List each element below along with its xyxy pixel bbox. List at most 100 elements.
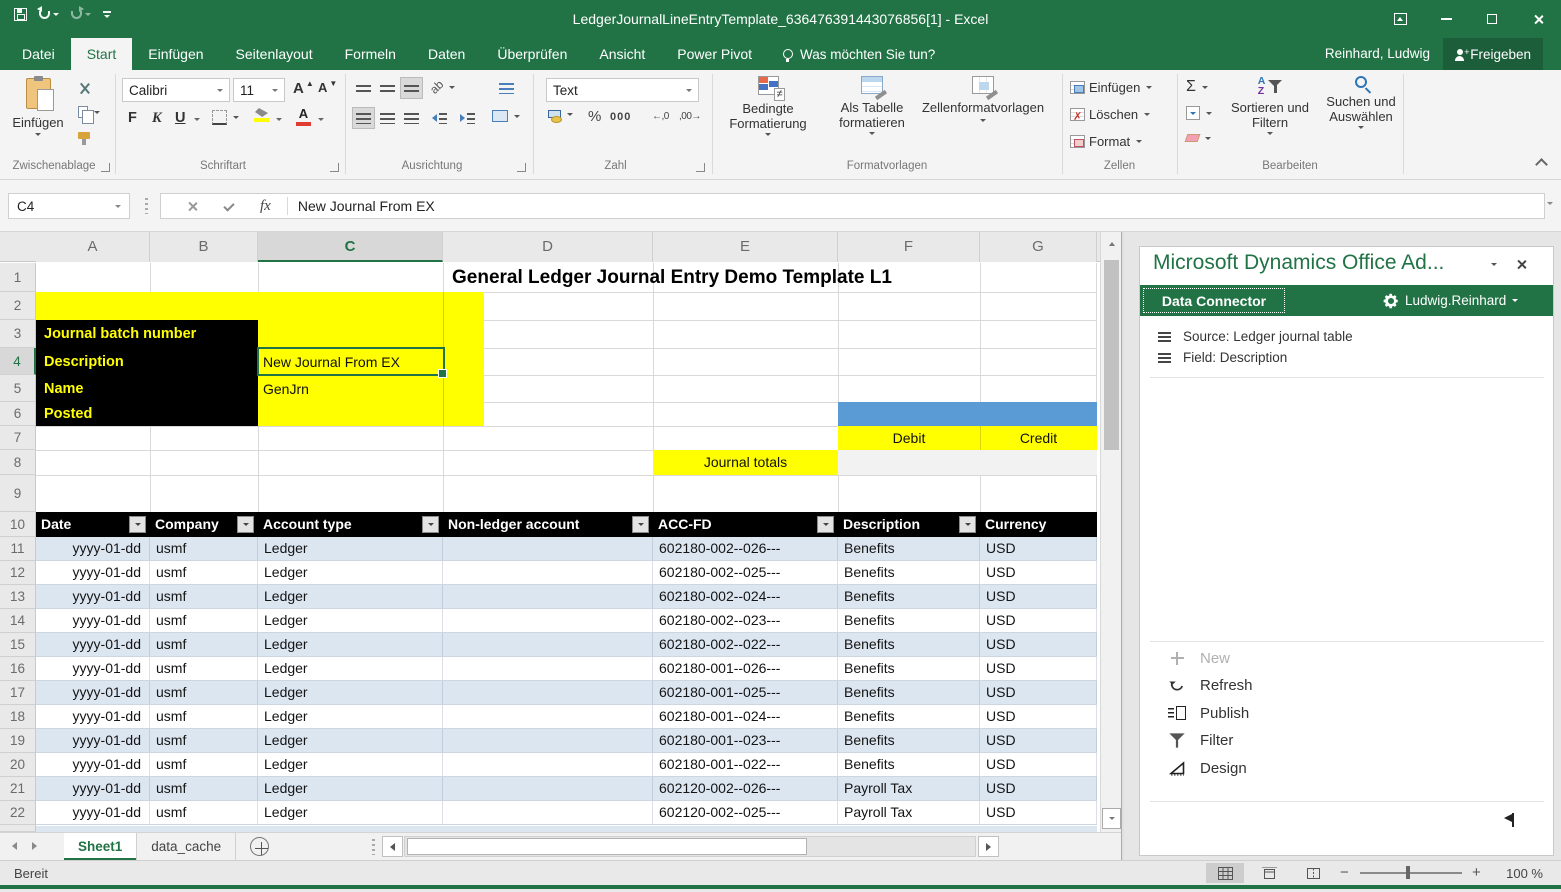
cell-c5-value[interactable]: GenJrn (263, 375, 309, 402)
maximize-button[interactable] (1469, 0, 1515, 38)
row-header-1[interactable]: 1 (0, 263, 36, 292)
row-header-11[interactable]: 11 (0, 537, 36, 561)
customize-qat-button[interactable] (103, 11, 111, 18)
cell-non_ledger[interactable] (443, 561, 653, 584)
filter-button[interactable]: Filter (1168, 732, 1233, 750)
undo-button[interactable] (39, 11, 59, 19)
dialog-launcher-icon[interactable] (101, 163, 110, 172)
cell-company[interactable]: usmf (150, 609, 258, 632)
form-label-block[interactable]: Journal batch number Description Name Po… (36, 320, 258, 426)
close-button[interactable] (1515, 0, 1561, 38)
cell-non_ledger[interactable] (443, 633, 653, 656)
bold-button[interactable]: F (128, 110, 137, 126)
ribbon-tab-einfügen[interactable]: Einfügen (132, 38, 219, 70)
h-scroll-right-button[interactable] (978, 836, 999, 857)
flag-icon[interactable] (1512, 813, 1514, 827)
row-header-2[interactable]: 2 (0, 292, 36, 320)
gear-icon[interactable] (1383, 293, 1399, 309)
cell-non_ledger[interactable] (443, 657, 653, 680)
italic-button[interactable]: K (152, 110, 162, 127)
cell-accfd[interactable]: 602180-002--024--- (653, 585, 838, 608)
panel-close-icon[interactable] (1516, 259, 1527, 270)
cell-account_type[interactable]: Ledger (258, 681, 443, 704)
sheet-title-cell[interactable]: General Ledger Journal Entry Demo Templa… (452, 263, 892, 292)
row-header-21[interactable]: 21 (0, 777, 36, 801)
column-header-D[interactable]: D (443, 232, 653, 262)
cell-description[interactable]: Benefits (838, 633, 980, 656)
align-center-button[interactable] (376, 107, 399, 129)
cancel-icon[interactable] (187, 201, 198, 212)
cell-accfd[interactable]: 602180-001--023--- (653, 729, 838, 752)
cell-currency[interactable]: USD (980, 777, 1097, 800)
row-header-7[interactable]: 7 (0, 426, 36, 450)
dialog-launcher-icon[interactable] (517, 163, 526, 172)
align-bottom-button[interactable] (400, 77, 423, 99)
ribbon-tab-seitenlayout[interactable]: Seitenlayout (220, 38, 329, 70)
number-format-combo[interactable]: Text (546, 78, 699, 102)
zoom-in-button[interactable]: + (1472, 864, 1481, 881)
row-header-16[interactable]: 16 (0, 657, 36, 681)
h-scroll-left-button[interactable] (382, 836, 403, 857)
cell-non_ledger[interactable] (443, 585, 653, 608)
filter-dropdown-non-ledger-account[interactable] (632, 516, 649, 533)
merge-center-button[interactable] (492, 110, 520, 122)
cell-currency[interactable]: USD (980, 705, 1097, 728)
cell-date[interactable]: yyyy-01-dd (36, 561, 150, 584)
next-sheet-button[interactable] (32, 842, 37, 850)
add-sheet-button[interactable] (250, 837, 269, 856)
format-painter-button[interactable] (78, 132, 90, 139)
conditional-formatting-button[interactable]: Bedingte Formatierung (718, 76, 818, 136)
debit-credit-row[interactable]: Debit Credit (838, 426, 1097, 450)
find-select-button[interactable]: Suchen und Auswählen (1318, 76, 1404, 129)
cell-styles-button[interactable]: Zellenformatvorlagen (908, 76, 1058, 122)
publish-button[interactable]: Publish (1168, 704, 1249, 722)
cell-description[interactable]: Benefits (838, 537, 980, 560)
cell-description[interactable]: Benefits (838, 681, 980, 704)
fill-color-button[interactable] (254, 108, 269, 122)
cell-date[interactable]: yyyy-01-dd (36, 777, 150, 800)
borders-button[interactable] (212, 110, 239, 125)
zoom-out-button[interactable]: − (1340, 864, 1349, 881)
cell-account_type[interactable]: Ledger (258, 561, 443, 584)
cell-currency[interactable]: USD (980, 585, 1097, 608)
paste-button[interactable]: Einfügen (10, 78, 66, 136)
insert-cells-button[interactable]: Einfügen (1070, 80, 1152, 95)
cell-company[interactable]: usmf (150, 585, 258, 608)
filter-dropdown-acc-fd[interactable] (817, 516, 834, 533)
cell-description[interactable]: Benefits (838, 753, 980, 776)
cell-accfd[interactable]: 602120-002--025--- (653, 801, 838, 824)
cell-accfd[interactable]: 602180-002--025--- (653, 561, 838, 584)
copy-button[interactable] (78, 106, 100, 118)
cell-account_type[interactable]: Ledger (258, 729, 443, 752)
cell-currency[interactable]: USD (980, 633, 1097, 656)
row-header-9[interactable]: 9 (0, 475, 36, 512)
cell-accfd[interactable]: 602180-001--025--- (653, 681, 838, 704)
cell-date[interactable]: yyyy-01-dd (36, 705, 150, 728)
scroll-up-button[interactable] (1102, 234, 1121, 254)
data-connector-tab[interactable]: Data Connector (1143, 288, 1285, 313)
ribbon-tab-daten[interactable]: Daten (412, 38, 481, 70)
row-header-23[interactable] (0, 825, 36, 832)
format-cells-button[interactable]: Format (1070, 134, 1142, 149)
cell-company[interactable]: usmf (150, 657, 258, 680)
font-name-combo[interactable]: Calibri (122, 78, 230, 102)
vertical-scrollbar[interactable] (1100, 232, 1121, 832)
ribbon-tab-power-pivot[interactable]: Power Pivot (661, 38, 768, 70)
cell-non_ledger[interactable] (443, 705, 653, 728)
scroll-down-button[interactable] (1102, 808, 1121, 829)
vertical-scroll-thumb[interactable] (1104, 260, 1119, 450)
filter-dropdown-account-type[interactable] (422, 516, 439, 533)
cell-currency[interactable]: USD (980, 801, 1097, 824)
row-header-10[interactable]: 10 (0, 512, 36, 537)
cell-date[interactable]: yyyy-01-dd (36, 585, 150, 608)
fill-button[interactable] (1186, 106, 1212, 120)
ribbon-tab-überprüfen[interactable]: Überprüfen (481, 38, 583, 70)
font-size-combo[interactable]: 11 (233, 78, 285, 102)
row-header-19[interactable]: 19 (0, 729, 36, 753)
cell-non_ledger[interactable] (443, 753, 653, 776)
dialog-launcher-icon[interactable] (696, 163, 705, 172)
cell-non_ledger[interactable] (443, 537, 653, 560)
cell-non_ledger[interactable] (443, 681, 653, 704)
chevron-down-icon[interactable] (276, 118, 282, 121)
cell-date[interactable]: yyyy-01-dd (36, 633, 150, 656)
